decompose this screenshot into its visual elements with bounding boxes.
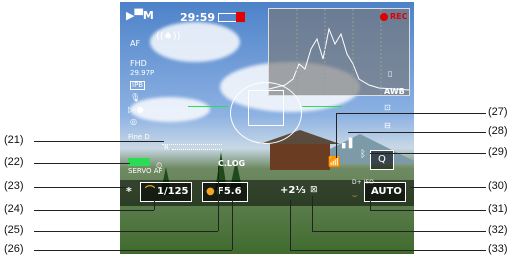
leader-32 [312,231,486,232]
leader-33 [290,250,486,251]
callout-26: (26) [4,243,24,255]
audio-right-meter [172,148,222,150]
leader-33-v [290,200,291,250]
leader-25-v [218,166,219,231]
rec-dot-icon [380,13,388,21]
image-stabilizer-icon: ((♠)) [156,31,181,42]
aperture-value: F5.6 [217,186,242,197]
rec-label: REC [390,12,408,21]
wb: AWB [384,87,405,96]
leader-28 [348,132,486,133]
leader-29 [370,153,486,154]
barn [270,142,330,170]
af-point[interactable] [248,90,284,126]
cloud [150,22,240,62]
leader-26-v [232,200,233,250]
leader-31-v [370,198,371,210]
magnify-icon: Q [378,154,386,165]
callout-29: (29) [488,146,508,158]
callout-27: (27) [488,106,508,118]
callout-24: (24) [4,203,24,215]
leader-27-v [336,113,337,158]
callout-31: (31) [488,203,508,215]
picture-style: Fine D [128,133,150,141]
frame-rate: 29.97P [130,69,155,77]
bluetooth-icon: ᛒ [360,149,366,160]
af-mode: AF [130,39,141,48]
callout-25: (25) [4,224,24,236]
signal-icon: ▖▌ [342,139,356,149]
callout-32: (32) [488,224,508,236]
level-right [302,106,342,107]
leader-24-v [154,200,155,210]
asterisk-icon: * [126,185,132,198]
callout-22: (22) [4,156,24,168]
histogram-icon [268,8,410,96]
shutter-value: 1/125 [157,186,189,197]
headphone-level-icon: ▷·● [128,105,144,114]
leader-27 [336,113,486,114]
leader-25 [34,231,218,232]
leader-32-v [312,196,313,231]
level-left [188,106,228,107]
rec-time: 29:59 [180,11,216,24]
aperture-icon: ● [206,186,215,197]
audio-icon: ◎ [130,117,137,126]
leader-24 [34,210,154,211]
leader-22 [34,163,130,164]
card-icon: ▯ [388,69,393,78]
mic-icon: 🎙 [130,93,141,102]
movie-mode-icon: ▶▀M [126,9,154,22]
battery-icon [218,13,238,22]
leader-21 [34,141,164,142]
iso-value: AUTO [371,186,402,197]
callout-30: (30) [488,180,508,192]
leader-26 [34,250,232,251]
shutter-speed-button[interactable]: ⌒ 1/125 [140,182,192,202]
clog: C.LOG [218,159,246,168]
camera-screen: ▶▀M 29:59 REC AF ((♠)) FHD 29.97P IPB 🎙 … [120,2,414,254]
metering-icon: ⊡ [384,103,391,112]
aperture-button[interactable]: ● F5.6 [202,182,248,202]
iso-icon: ⌣ [352,191,358,200]
audio-right-label: R [164,144,169,152]
callout-21: (21) [4,134,24,146]
leader-30 [410,187,486,188]
callout-28: (28) [488,125,508,137]
leader-23 [34,187,126,188]
shutter-icon: ⌒ [145,186,155,197]
movie-servo-icon [128,158,150,166]
self-timer-icon: ⏲ [156,161,163,170]
callout-33: (33) [488,243,508,255]
rec-indicator-icon [236,12,245,22]
exposure-sim-icon: ⊠ [310,185,318,195]
drive-icon: ⊟ [384,121,391,130]
leader-31 [370,210,486,211]
wifi-icon: 📶 [328,157,341,168]
exposure-comp[interactable]: +2⅓ [280,186,306,196]
movie-size: FHD [130,59,147,68]
audio-level-meter [162,134,222,145]
compression: IPB [130,81,146,90]
callout-23: (23) [4,180,24,192]
